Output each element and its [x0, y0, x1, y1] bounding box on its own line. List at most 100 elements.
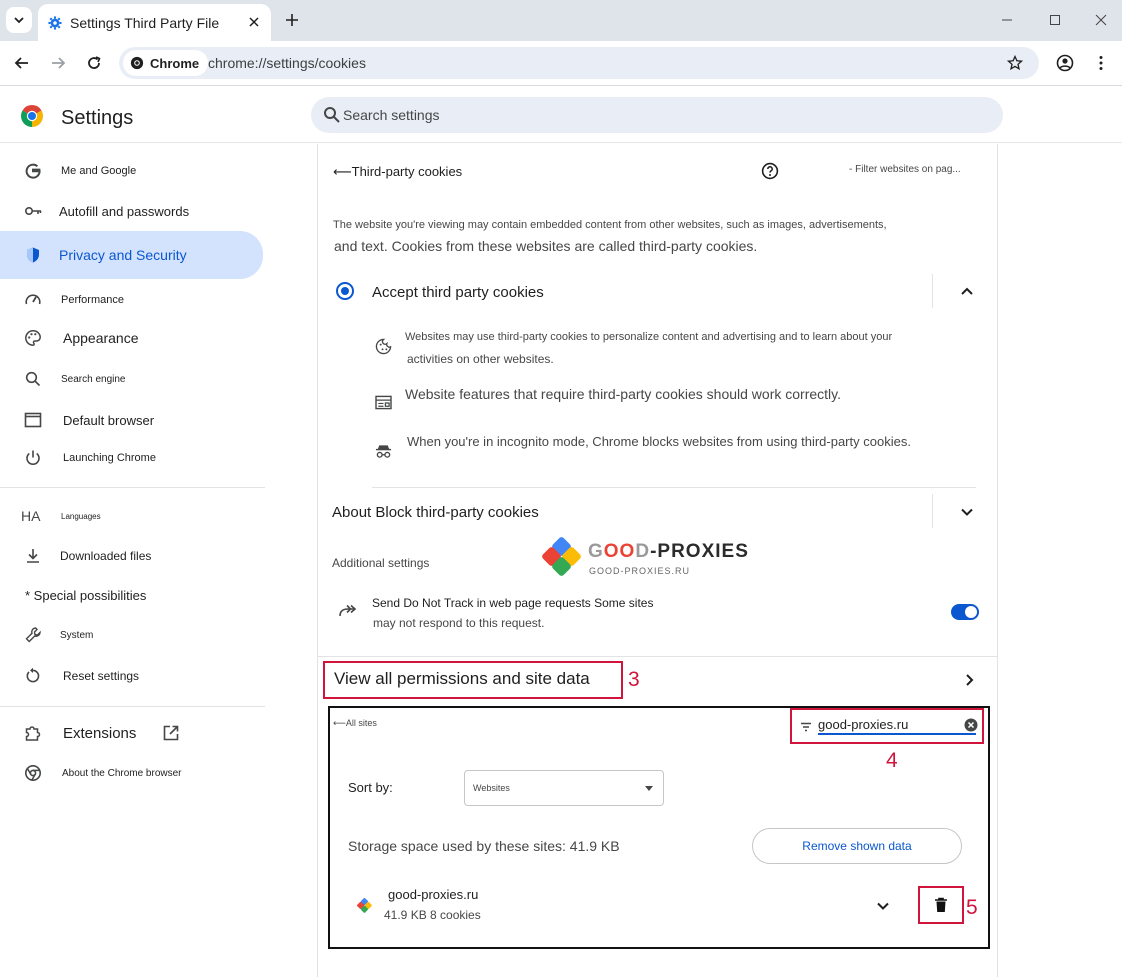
bullet-features: Website features that require third-part…: [405, 386, 842, 402]
sidebar-item-appearance[interactable]: Appearance: [0, 315, 263, 361]
section-divider: [318, 656, 998, 657]
back-to-privacy-link[interactable]: ⟵Third-party cookies: [333, 164, 462, 180]
all-sites-section: ⟵All sites 4 Sort by: Websites Storage s…: [328, 706, 990, 949]
bullet-personalize-line-1: Websites may use third-party cookies to …: [405, 331, 893, 343]
search-settings-box[interactable]: [311, 97, 1003, 133]
sidebar-item-search-engine[interactable]: Search engine: [0, 356, 263, 402]
annotation-box-3: [323, 661, 623, 699]
tab-title: Settings Third Party File: [70, 14, 220, 31]
back-button[interactable]: [11, 52, 33, 74]
menu-button[interactable]: [1090, 52, 1112, 74]
chrome-icon: [25, 765, 41, 781]
more-vert-icon: [1099, 56, 1103, 70]
address-bar[interactable]: Chrome chrome://settings/cookies: [119, 47, 1039, 79]
sidebar-item-label: Autofill and passwords: [59, 203, 190, 219]
sidebar-item-label: Reset settings: [63, 669, 140, 683]
tab-strip: Settings Third Party File: [0, 0, 1122, 41]
sidebar-item-label: * Special possibilities: [25, 587, 147, 603]
account-icon: [1056, 54, 1074, 72]
minimize-icon: [1002, 19, 1012, 21]
watermark-brand-oo: OO: [603, 541, 636, 562]
sidebar-item-system[interactable]: System: [0, 612, 263, 658]
expand-site-chevron-icon[interactable]: [876, 899, 890, 913]
sidebar-divider: [0, 706, 265, 707]
profile-button[interactable]: [1054, 52, 1076, 74]
search-icon: [324, 107, 340, 123]
sidebar-item-launching-chrome[interactable]: Launching Chrome: [0, 435, 263, 481]
about-block-cookies-label[interactable]: About Block third-party cookies: [332, 504, 539, 521]
site-info-chip[interactable]: Chrome: [123, 50, 209, 76]
chevron-down-icon: [14, 17, 24, 24]
delete-icon[interactable]: [934, 897, 948, 913]
web-features-icon: [375, 395, 392, 410]
row-divider: [932, 494, 933, 528]
sort-by-label: Sort by:: [348, 780, 393, 795]
forward-button[interactable]: [47, 52, 69, 74]
chrome-logo-icon: [21, 105, 43, 127]
tab-settings[interactable]: Settings Third Party File: [38, 4, 271, 41]
sidebar-item-label: Languages: [61, 511, 101, 521]
description-line-2: and text. Cookies from these websites ar…: [334, 238, 758, 254]
sidebar-item-label: Search engine: [61, 373, 126, 385]
download-icon: [27, 549, 39, 563]
back-to-all-sites-link[interactable]: ⟵All sites: [333, 718, 377, 729]
chrome-icon: [130, 56, 144, 70]
browser-window-icon: [24, 412, 42, 428]
accept-cookies-label[interactable]: Accept third party cookies: [372, 284, 544, 301]
sort-by-value: Websites: [473, 783, 510, 793]
key-icon: [24, 207, 42, 216]
bookmark-button[interactable]: [1005, 53, 1025, 73]
search-icon: [25, 371, 41, 387]
sidebar-item-label: Appearance: [63, 330, 139, 346]
watermark-brand-g: G: [588, 541, 604, 562]
chevron-down-icon[interactable]: [960, 505, 974, 519]
tab-close-button[interactable]: [245, 13, 263, 31]
incognito-icon: [375, 445, 392, 458]
sidebar-item-privacy-security[interactable]: Privacy and Security: [0, 231, 263, 279]
sort-by-select[interactable]: Websites: [464, 770, 664, 806]
sidebar-item-label: System: [60, 629, 94, 641]
search-input[interactable]: [343, 97, 983, 133]
settings-header: Settings: [0, 87, 1122, 143]
sidebar-divider: [0, 487, 265, 488]
additional-settings-heading: Additional settings: [332, 556, 430, 570]
power-icon: [26, 450, 40, 465]
annotation-box-5: [918, 886, 964, 924]
site-filter-input[interactable]: [818, 717, 976, 735]
maximize-button[interactable]: [1044, 9, 1066, 31]
sidebar-item-autofill[interactable]: Autofill and passwords: [0, 188, 263, 234]
reset-icon: [26, 667, 40, 683]
sidebar-item-label: Launching Chrome: [63, 452, 156, 464]
sidebar-item-reset-settings[interactable]: Reset settings: [0, 653, 263, 699]
site-name[interactable]: good-proxies.ru: [388, 887, 478, 902]
chip-label: Chrome: [150, 55, 200, 71]
bullet-incognito: When you're in incognito mode, Chrome bl…: [407, 434, 911, 449]
filter-websites-label[interactable]: - Filter websites on pag...: [849, 164, 961, 175]
sidebar-item-label: Downloaded files: [60, 549, 152, 563]
forward-arrows-icon: [339, 604, 357, 617]
annotation-box-4: [790, 708, 984, 744]
tab-search-button[interactable]: [6, 7, 32, 33]
do-not-track-line-2: may not respond to this request.: [373, 616, 545, 630]
settings-sidebar: Me and Google Autofill and passwords Pri…: [0, 144, 265, 977]
new-tab-button[interactable]: [281, 9, 303, 31]
help-icon[interactable]: [761, 162, 779, 180]
window-close-button[interactable]: [1090, 9, 1112, 31]
remove-shown-data-button[interactable]: Remove shown data: [752, 828, 962, 864]
sidebar-item-label: Privacy and Security: [59, 247, 187, 263]
section-divider: [372, 487, 976, 488]
bullet-personalize-line-2: activities on other websites.: [407, 352, 554, 366]
arrow-right-icon: [52, 57, 66, 69]
chevron-right-icon[interactable]: [963, 673, 975, 687]
do-not-track-toggle[interactable]: [951, 604, 979, 620]
reload-button[interactable]: [83, 52, 105, 74]
minimize-button[interactable]: [996, 9, 1018, 31]
chevron-up-icon[interactable]: [960, 284, 974, 298]
maximize-icon: [1050, 15, 1060, 25]
accept-cookies-radio[interactable]: [336, 282, 354, 300]
url-text[interactable]: chrome://settings/cookies: [208, 55, 366, 71]
sidebar-item-about-chrome[interactable]: About the Chrome browser: [0, 750, 263, 796]
language-icon: HA: [21, 508, 41, 524]
clear-search-icon[interactable]: [964, 718, 978, 732]
sidebar-item-label: Default browser: [63, 412, 155, 428]
